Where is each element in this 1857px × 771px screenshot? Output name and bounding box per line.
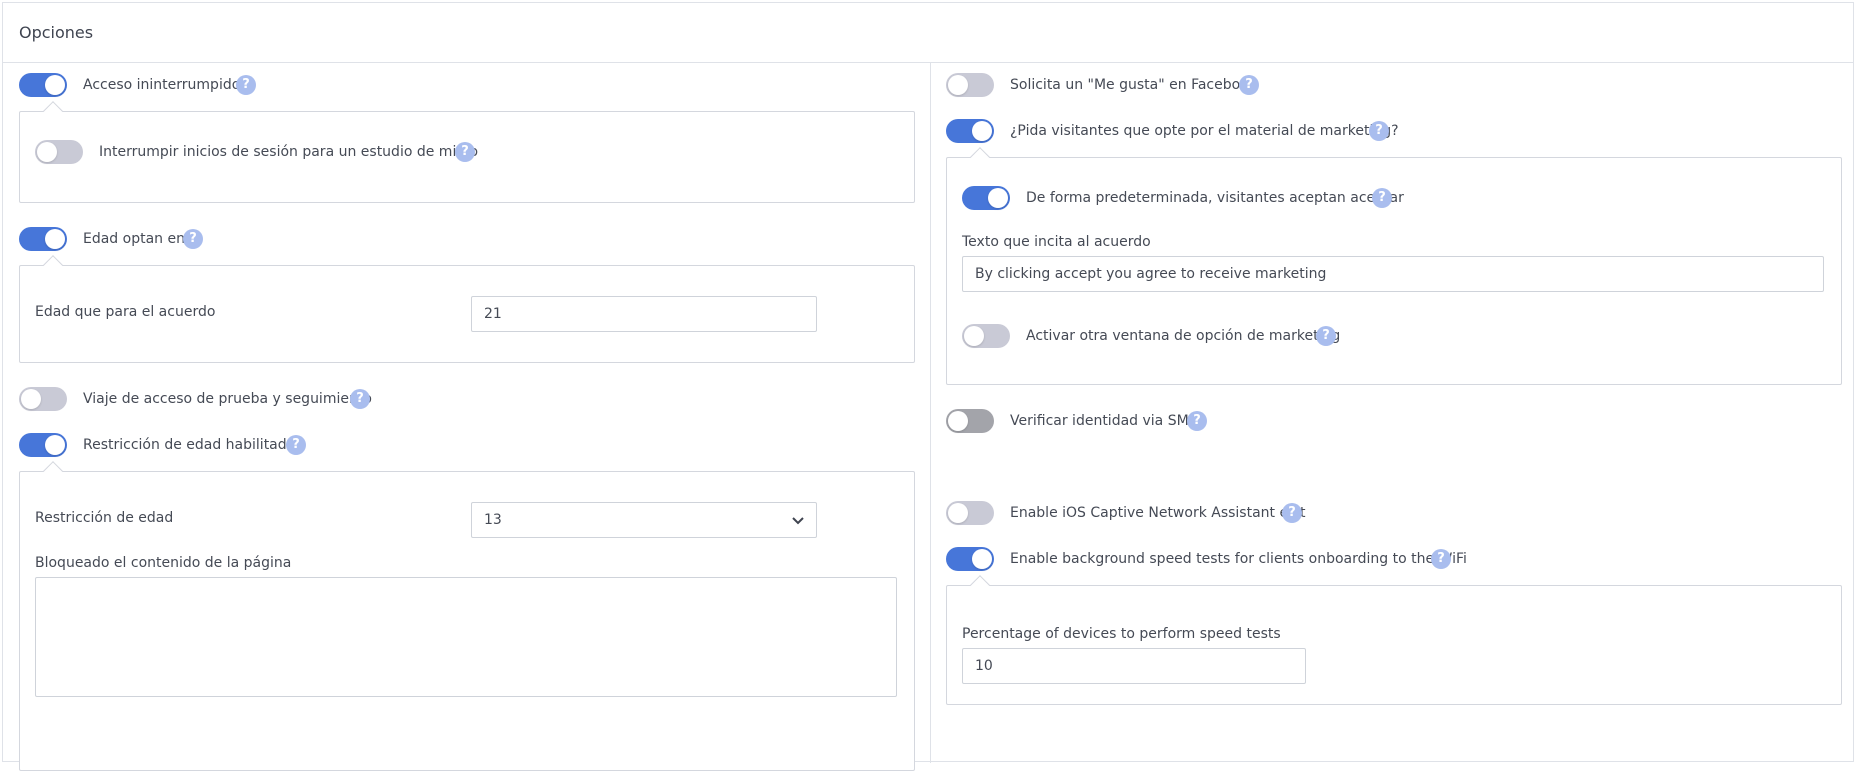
default-accept-toggle[interactable] <box>962 186 1010 210</box>
question-circle-icon[interactable]: ? <box>1187 411 1207 431</box>
blocked-content-textarea[interactable] <box>35 577 897 697</box>
age-restriction-select-label: Restricción de edad <box>35 510 174 526</box>
panel-header: Opciones <box>3 3 1853 63</box>
question-circle-icon[interactable]: ? <box>1282 503 1302 523</box>
age-agreement-label: Edad que para el acuerdo <box>35 304 216 320</box>
question-circle-icon[interactable]: ? <box>1239 75 1259 95</box>
speed-tests-toggle[interactable] <box>946 547 994 571</box>
age-restriction-label: Restricción de edad habilitado <box>83 437 296 453</box>
sms-verify-label: Verificar identidad via SMS <box>1010 413 1198 429</box>
question-circle-icon[interactable]: ? <box>286 435 306 455</box>
age-optin-box: Edad que para el acuerdo 21 <box>19 255 915 363</box>
uninterrupted-access-toggle[interactable] <box>19 73 67 97</box>
column-divider <box>930 63 931 763</box>
question-circle-icon[interactable]: ? <box>350 389 370 409</box>
age-restriction-toggle[interactable] <box>19 433 67 457</box>
interrupt-logins-toggle[interactable] <box>35 140 83 164</box>
speed-test-pct-input[interactable]: 10 <box>962 648 1306 684</box>
age-restriction-box: Restricción de edad 13 Bloqueado el cont… <box>19 461 915 771</box>
question-circle-icon[interactable]: ? <box>183 229 203 249</box>
ios-cna-exit-toggle[interactable] <box>946 501 994 525</box>
trial-access-toggle[interactable] <box>19 387 67 411</box>
other-marketing-window-label: Activar otra ventana de opción de market… <box>1026 328 1341 344</box>
age-optin-label: Edad optan en <box>83 231 185 247</box>
speed-test-pct-label: Percentage of devices to perform speed t… <box>962 626 1281 642</box>
interrupt-logins-label: Interrumpir inicios de sesión para un es… <box>99 144 479 160</box>
age-restriction-select[interactable]: 13 <box>471 502 817 538</box>
age-optin-toggle[interactable] <box>19 227 67 251</box>
question-circle-icon[interactable]: ? <box>455 142 475 162</box>
question-circle-icon[interactable]: ? <box>1431 549 1451 569</box>
panel-title: Opciones <box>19 23 94 42</box>
facebook-like-toggle[interactable] <box>946 73 994 97</box>
question-circle-icon[interactable]: ? <box>1372 188 1392 208</box>
uninterrupted-access-label: Acceso ininterrumpido <box>83 77 241 93</box>
question-circle-icon[interactable]: ? <box>1316 326 1336 346</box>
facebook-like-label: Solicita un "Me gusta" en Facebook <box>1010 77 1257 93</box>
agreement-text-input[interactable]: By clicking accept you agree to receive … <box>962 256 1824 292</box>
age-agreement-input[interactable]: 21 <box>471 296 817 332</box>
chevron-down-icon <box>792 517 804 525</box>
question-circle-icon[interactable]: ? <box>1369 121 1389 141</box>
default-accept-label: De forma predeterminada, visitantes acep… <box>1026 190 1404 206</box>
other-marketing-window-toggle[interactable] <box>962 324 1010 348</box>
agreement-text-label: Texto que incita al acuerdo <box>962 234 1151 250</box>
options-panel: Opciones Acceso ininterrumpido ? Interru… <box>2 2 1854 771</box>
ios-cna-exit-label: Enable iOS Captive Network Assistant exi… <box>1010 505 1306 521</box>
sms-verify-toggle[interactable] <box>946 409 994 433</box>
marketing-optin-label: ¿Pida visitantes que opte por el materia… <box>1010 123 1399 139</box>
speed-tests-box: Percentage of devices to perform speed t… <box>946 575 1842 705</box>
marketing-optin-box: De forma predeterminada, visitantes acep… <box>946 147 1842 385</box>
speed-tests-label: Enable background speed tests for client… <box>1010 551 1467 567</box>
question-circle-icon[interactable]: ? <box>236 75 256 95</box>
blocked-content-label: Bloqueado el contenido de la página <box>35 555 292 571</box>
age-restriction-select-value: 13 <box>484 512 502 528</box>
trial-access-label: Viaje de acceso de prueba y seguimiento <box>83 391 372 407</box>
uninterrupted-access-box: Interrumpir inicios de sesión para un es… <box>19 101 915 203</box>
marketing-optin-toggle[interactable] <box>946 119 994 143</box>
